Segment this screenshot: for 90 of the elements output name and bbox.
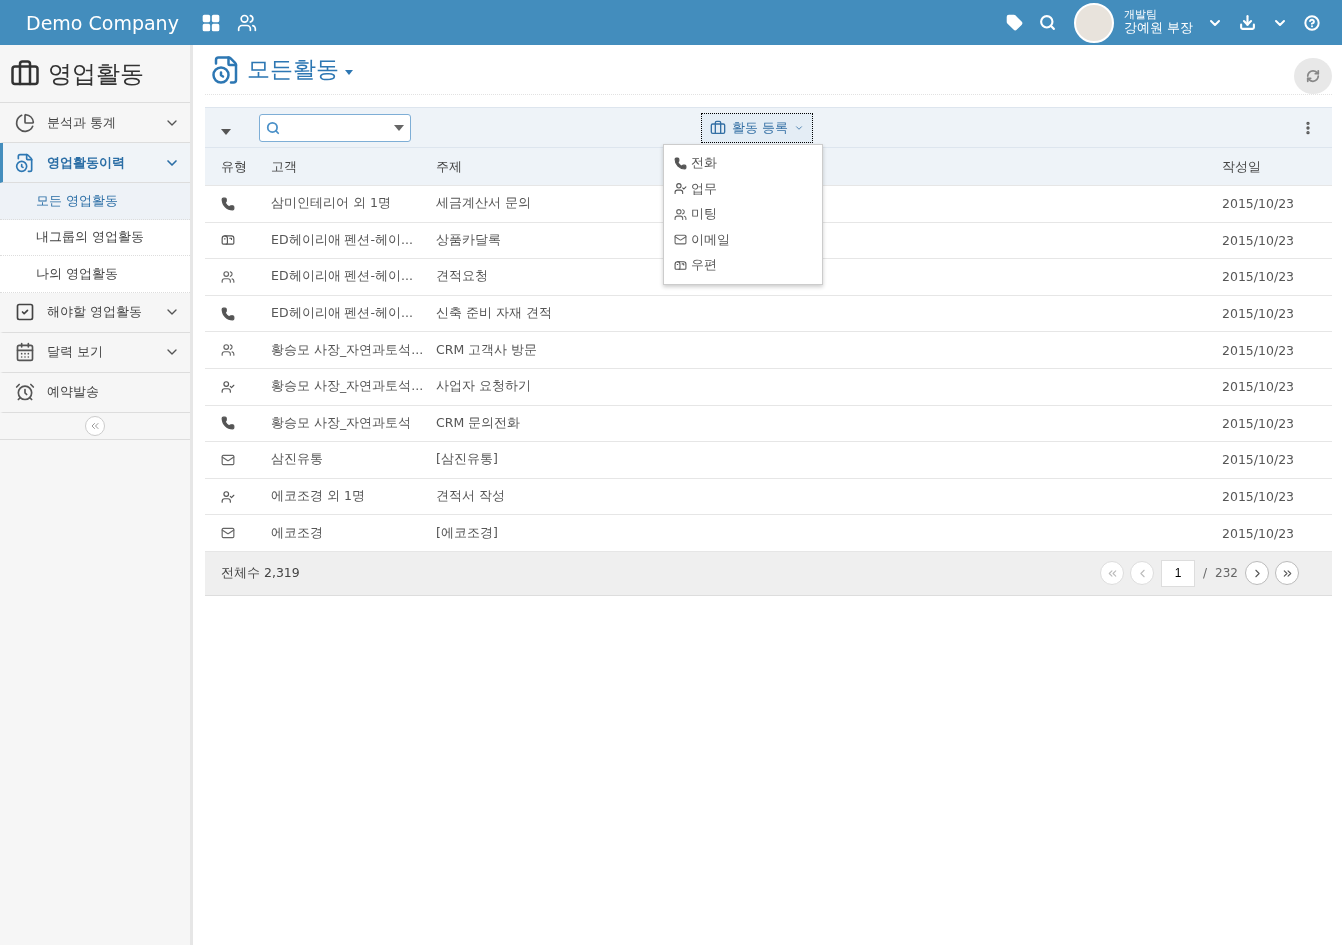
mailbox-icon	[221, 233, 235, 248]
table-cell: ED헤이리애 펜션-헤이...	[271, 268, 413, 286]
menu-item[interactable]: 전화	[664, 150, 822, 176]
table-cell: 사업자 요청하기	[436, 378, 531, 396]
page-count: 232	[1215, 566, 1238, 581]
table-cell: 황승모 사장_자연과토석...	[271, 378, 424, 396]
table-cell: 2015/10/23	[1222, 379, 1295, 395]
caret-icon[interactable]	[394, 124, 404, 131]
table-cell: CRM 고객사 방문	[436, 341, 538, 359]
table-cell: ED헤이리애 펜션-헤이...	[271, 231, 413, 249]
table-cell: 신축 준비 자재 견적	[436, 305, 552, 323]
people-icon	[221, 343, 235, 358]
table-cell: CRM 문의전화	[436, 414, 521, 432]
phone-icon	[221, 416, 235, 431]
register-activity-button[interactable]: 활동 등록	[701, 112, 814, 143]
table-cell: 2015/10/23	[1222, 342, 1295, 358]
table-cell: [삼진유통]	[436, 451, 498, 469]
pie-chart-icon	[15, 112, 35, 133]
phone-icon	[221, 306, 235, 321]
column-header[interactable]: 고객	[271, 157, 297, 176]
table-cell: 에코조경 외 1명	[271, 488, 365, 506]
caret-icon[interactable]	[345, 70, 353, 75]
table-cell: 황승모 사장_자연과토석	[271, 414, 412, 432]
phone-icon	[674, 156, 687, 170]
alarm-clock-icon	[15, 382, 35, 402]
table-cell: [에코조경]	[436, 524, 498, 542]
search-icon[interactable]	[1038, 14, 1056, 31]
table-cell: 2015/10/23	[1222, 196, 1295, 212]
table-cell: ED헤이리애 펜션-헤이...	[271, 305, 413, 323]
sidebar-subitem[interactable]: 내그룹의 영업활동	[0, 219, 190, 256]
people-icon	[221, 270, 235, 284]
table-cell: 2015/10/23	[1222, 232, 1295, 248]
search-icon	[266, 120, 280, 135]
sidebar-item[interactable]: 달력 보기	[0, 332, 190, 373]
menu-item[interactable]: 업무	[664, 176, 822, 202]
calendar-icon	[15, 342, 35, 362]
table-cell: 2015/10/23	[1222, 525, 1295, 541]
last-page-button[interactable]	[1275, 561, 1299, 586]
column-header[interactable]: 유형	[221, 157, 247, 176]
caret-icon[interactable]	[221, 128, 231, 135]
checkbox-icon	[15, 302, 35, 322]
mailbox-icon	[674, 258, 687, 272]
table-cell: 2015/10/23	[1222, 452, 1295, 468]
page-title[interactable]: 모든활동	[247, 54, 339, 85]
search-field[interactable]	[259, 113, 411, 142]
page-input[interactable]: 1	[1161, 559, 1196, 587]
envelope-icon	[674, 233, 687, 247]
menu-item[interactable]: 이메일	[664, 227, 822, 253]
sidebar-item[interactable]: 예약발송	[0, 372, 190, 413]
table-cell: 2015/10/23	[1222, 269, 1295, 285]
sidebar-item[interactable]: 영업활동이력	[0, 143, 190, 183]
sidebar-subitem[interactable]: 모든 영업활동	[0, 183, 190, 220]
grid-icon[interactable]	[200, 12, 221, 33]
envelope-icon	[221, 526, 235, 541]
envelope-icon	[221, 452, 235, 467]
menu-item[interactable]: 우편	[664, 252, 822, 278]
download-icon[interactable]	[1239, 14, 1256, 31]
briefcase-icon	[710, 119, 726, 136]
sidebar-subitem[interactable]: 나의 영업활동	[0, 256, 190, 293]
column-header[interactable]: 주제	[436, 157, 462, 176]
people-icon	[674, 207, 687, 221]
refresh-icon	[1306, 69, 1320, 83]
table-cell: 2015/10/23	[1222, 306, 1295, 322]
user-name[interactable]: 강예원 부장	[1123, 21, 1193, 37]
team-name: 개발팀	[1123, 8, 1158, 22]
table-cell: 2015/10/23	[1222, 415, 1295, 431]
menu-item[interactable]: 미팅	[664, 201, 822, 227]
table-cell: 견적요청	[436, 268, 488, 286]
next-page-button[interactable]	[1245, 561, 1269, 586]
sidebar-title: 영업활동	[48, 58, 144, 90]
avatar[interactable]	[1073, 2, 1114, 43]
help-icon[interactable]	[1304, 14, 1320, 31]
refresh-button[interactable]	[1294, 58, 1332, 94]
table-cell: 에코조경	[271, 524, 323, 542]
table-cell: 삼진유통	[271, 451, 323, 469]
page-separator: /	[1203, 566, 1208, 581]
table-cell: 상품카달록	[436, 231, 501, 249]
document-clock-icon	[15, 152, 35, 173]
people-icon[interactable]	[236, 12, 257, 33]
column-header[interactable]: 작성일	[1222, 157, 1261, 176]
tag-icon[interactable]	[1005, 14, 1023, 31]
company-name: Demo Company	[26, 11, 179, 34]
sidebar-item[interactable]: 해야할 영업활동	[0, 292, 190, 333]
table-cell: 황승모 사장_자연과토석...	[271, 341, 424, 359]
phone-icon	[221, 196, 235, 211]
table-cell: 2015/10/23	[1222, 489, 1295, 505]
total-count: 전체수 2,319	[221, 564, 301, 582]
table-cell: 세금계산서 문의	[436, 195, 531, 213]
table-cell: 삼미인테리어 외 1명	[271, 195, 391, 213]
table-cell: 견적서 작성	[436, 488, 505, 506]
